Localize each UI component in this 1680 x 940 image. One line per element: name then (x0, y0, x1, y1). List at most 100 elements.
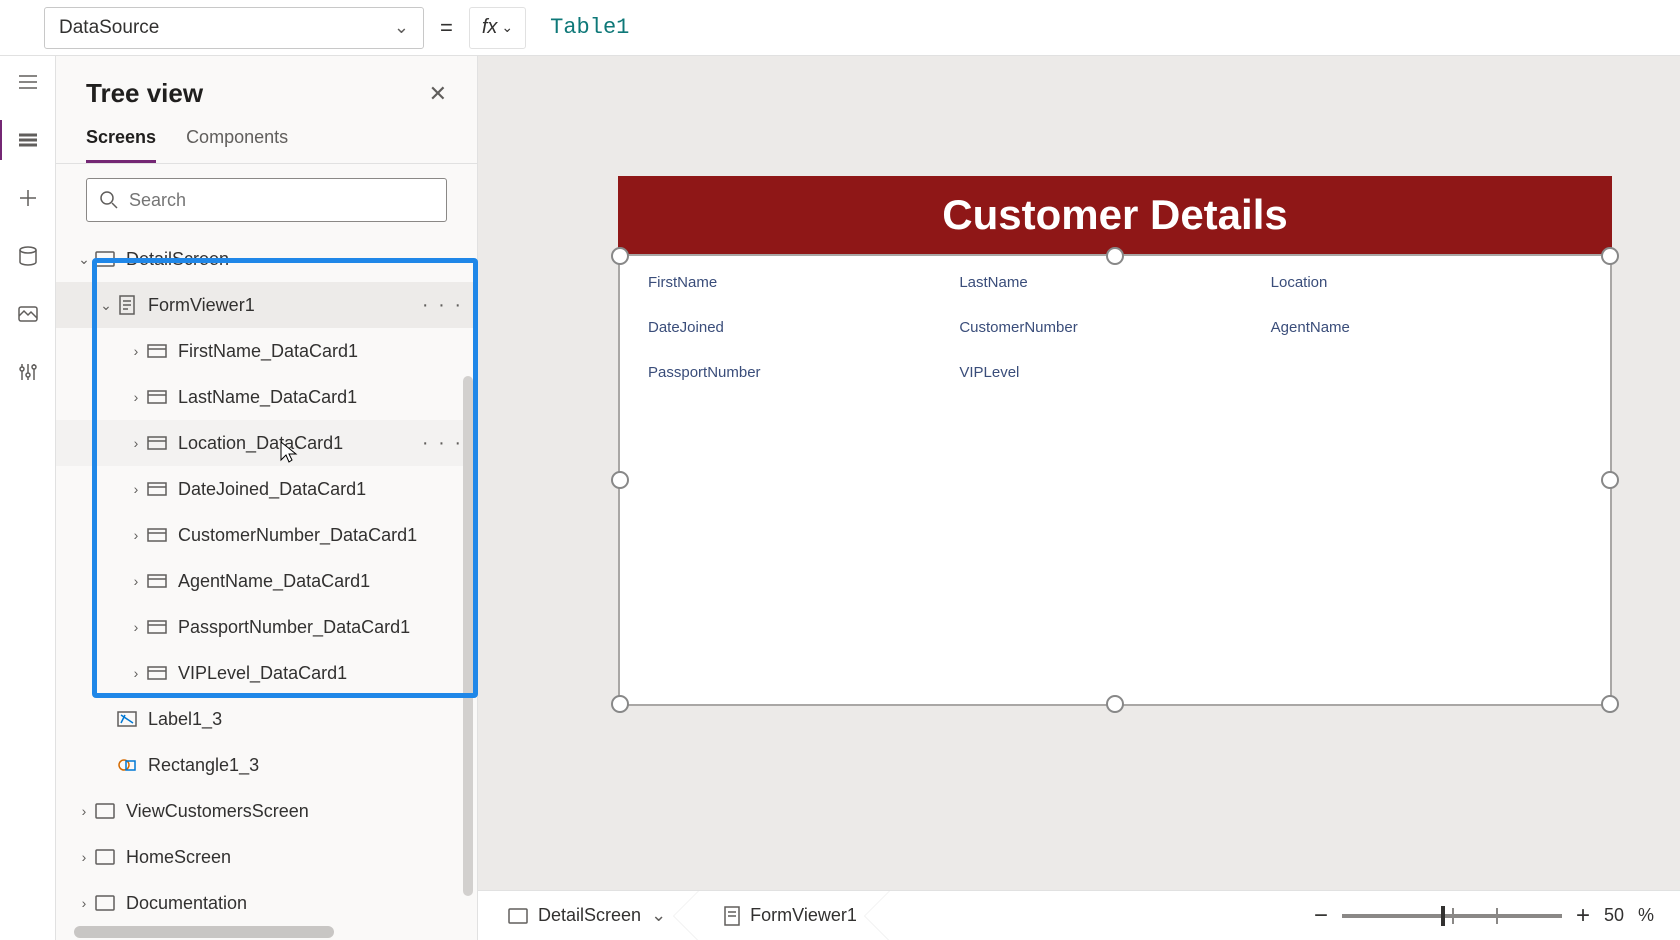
node-label: ViewCustomersScreen (126, 801, 309, 822)
tree-node-datacard[interactable]: › CustomerNumber_DataCard1 (56, 512, 477, 558)
tree-view-icon[interactable] (16, 128, 40, 152)
search-field[interactable] (129, 190, 434, 211)
status-bar: DetailScreen ⌄ FormViewer1 − + 50 % (478, 890, 1680, 940)
hamburger-icon[interactable] (16, 70, 40, 94)
chevron-down-icon: ⌄ (394, 17, 409, 38)
property-name: DataSource (59, 17, 159, 39)
resize-handle[interactable] (1601, 695, 1619, 713)
canvas-content: Customer Details FirstName LastName Loca… (618, 176, 1612, 706)
screen-icon (94, 894, 116, 912)
property-dropdown[interactable]: DataSource ⌄ (44, 7, 424, 49)
tree-node-datacard[interactable]: ›FirstName_DataCard1 (56, 328, 477, 374)
more-icon[interactable]: · · · (422, 432, 463, 455)
tree-node-form[interactable]: ⌄ FormViewer1 · · · (56, 282, 477, 328)
chevron-down-icon: ⌄ (501, 19, 513, 36)
more-icon[interactable]: · · · (422, 294, 463, 317)
scrollbar-horizontal[interactable] (74, 926, 334, 938)
tree-node-screen[interactable]: › Documentation (56, 880, 477, 926)
zoom-in-button[interactable]: + (1576, 902, 1590, 930)
tree-node-datacard[interactable]: › LastName_DataCard1 (56, 374, 477, 420)
formula-input[interactable] (536, 7, 1674, 49)
chevron-right-icon: › (126, 527, 146, 543)
node-label: FirstName_DataCard1 (178, 341, 358, 362)
datacard-icon (146, 388, 168, 406)
breadcrumb-label: FormViewer1 (750, 905, 857, 926)
formula-bar: DataSource ⌄ = fx ⌄ (0, 0, 1680, 56)
node-label: Documentation (126, 893, 247, 914)
tree-node-datacard[interactable]: ›Location_DataCard1· · · (56, 420, 477, 466)
tree-node-label[interactable]: Label1_3 (56, 696, 477, 742)
zoom-slider[interactable] (1342, 914, 1562, 918)
form-viewer[interactable]: FirstName LastName Location DateJoined C… (618, 254, 1612, 706)
form-icon (724, 906, 740, 926)
breadcrumb-label: DetailScreen (538, 905, 641, 926)
tab-components[interactable]: Components (186, 117, 288, 163)
node-label: CustomerNumber_DataCard1 (178, 525, 417, 546)
node-label: VIPLevel_DataCard1 (178, 663, 347, 684)
zoom-out-button[interactable]: − (1314, 902, 1328, 930)
breadcrumb-control[interactable]: FormViewer1 (712, 891, 877, 940)
resize-handle[interactable] (611, 247, 629, 265)
tree-node-datacard[interactable]: ›AgentName_DataCard1 (56, 558, 477, 604)
tab-screens[interactable]: Screens (86, 117, 156, 163)
node-label: LastName_DataCard1 (178, 387, 357, 408)
chevron-right-icon: › (74, 895, 94, 911)
tree-node-datacard[interactable]: › DateJoined_DataCard1 (56, 466, 477, 512)
search-icon (99, 190, 119, 210)
screen-icon (94, 250, 116, 268)
node-label: DetailScreen (126, 249, 229, 270)
field-label: FirstName (648, 274, 959, 291)
breadcrumb-screen[interactable]: DetailScreen ⌄ (496, 891, 686, 940)
resize-handle[interactable] (1106, 695, 1124, 713)
resize-handle[interactable] (1106, 247, 1124, 265)
label-icon (116, 710, 138, 728)
equals-sign: = (434, 15, 459, 41)
media-icon[interactable] (16, 302, 40, 326)
node-label: Location_DataCard1 (178, 433, 343, 454)
chevron-down-icon: ⌄ (74, 251, 94, 268)
tree-node-screen[interactable]: › HomeScreen (56, 834, 477, 880)
chevron-right-icon: › (126, 619, 146, 635)
close-icon[interactable]: ✕ (429, 81, 447, 107)
node-label: DateJoined_DataCard1 (178, 479, 366, 500)
field-label: Location (1271, 274, 1582, 291)
panel-title: Tree view (86, 78, 203, 109)
fx-label: fx (482, 16, 498, 39)
search-input[interactable] (86, 178, 447, 222)
scrollbar[interactable] (463, 376, 473, 896)
datacard-icon (146, 480, 168, 498)
insert-icon[interactable] (16, 186, 40, 210)
chevron-right-icon: › (126, 573, 146, 589)
left-rail (0, 56, 56, 940)
node-label: HomeScreen (126, 847, 231, 868)
chevron-right-icon: › (74, 849, 94, 865)
tree: ⌄ DetailScreen ⌄ FormViewer1 · · · ›Firs… (56, 236, 477, 940)
screen-icon (94, 848, 116, 866)
resize-handle[interactable] (611, 695, 629, 713)
field-label: VIPLevel (959, 364, 1270, 381)
panel-tabs: Screens Components (56, 117, 477, 164)
canvas[interactable]: Customer Details FirstName LastName Loca… (478, 56, 1680, 940)
tree-node-screen[interactable]: ⌄ DetailScreen (56, 236, 477, 282)
node-label: Label1_3 (148, 709, 222, 730)
tree-node-screen[interactable]: ›ViewCustomersScreen (56, 788, 477, 834)
field-label: LastName (959, 274, 1270, 291)
data-icon[interactable] (16, 244, 40, 268)
chevron-right-icon: › (126, 389, 146, 405)
chevron-down-icon: ⌄ (651, 905, 666, 926)
chevron-down-icon: ⌄ (96, 297, 116, 314)
resize-handle[interactable] (1601, 247, 1619, 265)
screen-icon (94, 802, 116, 820)
fx-button[interactable]: fx ⌄ (469, 7, 526, 49)
resize-handle[interactable] (611, 471, 629, 489)
tree-node-rectangle[interactable]: Rectangle1_3 (56, 742, 477, 788)
resize-handle[interactable] (1601, 471, 1619, 489)
cursor-icon (278, 440, 300, 466)
slider-thumb[interactable] (1441, 906, 1445, 926)
chevron-right-icon: › (126, 481, 146, 497)
chevron-right-icon: › (126, 665, 146, 681)
datacard-icon (146, 664, 168, 682)
tree-node-datacard[interactable]: › VIPLevel_DataCard1 (56, 650, 477, 696)
settings-icon[interactable] (16, 360, 40, 384)
tree-node-datacard[interactable]: ›PassportNumber_DataCard1 (56, 604, 477, 650)
